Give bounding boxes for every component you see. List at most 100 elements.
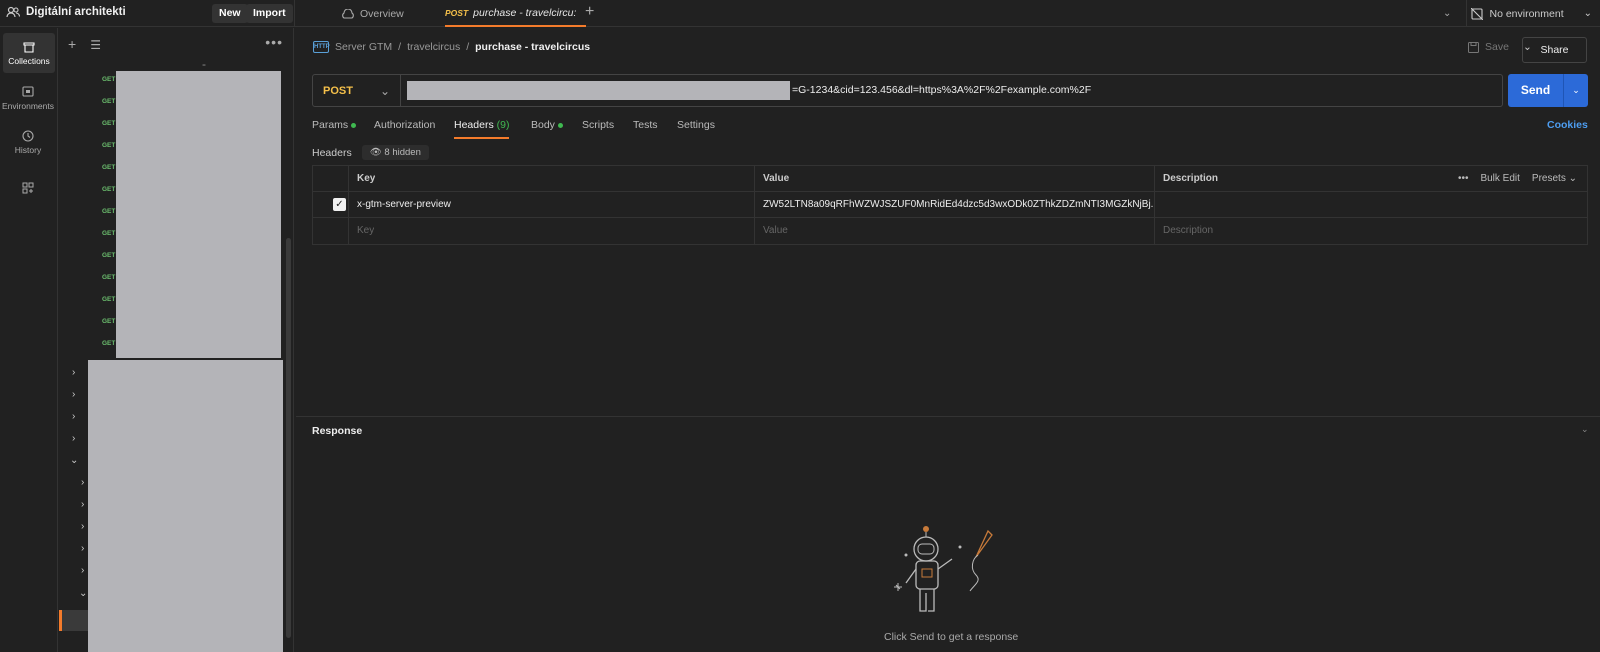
response-empty-message: Click Send to get a response bbox=[884, 631, 1019, 643]
chevron-right-icon[interactable]: › bbox=[81, 477, 84, 488]
chevron-down-icon[interactable]: ⌄ bbox=[1581, 424, 1589, 435]
method-badge-get[interactable]: GET bbox=[102, 76, 115, 83]
method-badge-get[interactable]: GET bbox=[102, 164, 115, 171]
rail-item-history[interactable]: History bbox=[0, 122, 56, 162]
table-tools: ••• Bulk Edit Presets ⌄ bbox=[1458, 166, 1577, 191]
headers-section-header: Headers 👁 8 hidden bbox=[312, 145, 429, 160]
rail-label: History bbox=[14, 144, 42, 155]
table-row: ✓ x-gtm-server-preview ZW52LTN8a09qRFhWZ… bbox=[313, 192, 1587, 218]
method-badge-get[interactable]: GET bbox=[102, 98, 115, 105]
more-icon[interactable]: ••• bbox=[265, 34, 283, 50]
selected-item[interactable] bbox=[62, 610, 88, 631]
save-icon bbox=[1468, 41, 1479, 53]
astronaut-illustration bbox=[894, 526, 993, 612]
method-badge-get[interactable]: GET bbox=[102, 120, 115, 127]
response-divider[interactable] bbox=[296, 416, 1600, 417]
eye-icon: 👁 bbox=[369, 147, 382, 158]
breadcrumb-folder[interactable]: travelcircus bbox=[407, 41, 460, 53]
key-input[interactable]: Key bbox=[349, 218, 374, 243]
environment-selector[interactable]: No environment ⌄ bbox=[1471, 0, 1592, 27]
collection-dash: - bbox=[202, 57, 206, 71]
hidden-count: 8 hidden bbox=[384, 147, 421, 158]
request-title[interactable]: purchase - travelcircus bbox=[475, 41, 590, 53]
filter-icon[interactable]: ☰ bbox=[90, 38, 101, 52]
chevron-right-icon[interactable]: › bbox=[72, 367, 75, 378]
tab-method: POST bbox=[445, 7, 469, 18]
chevron-down-icon[interactable]: ⌄ bbox=[1563, 74, 1588, 107]
save-label: Save bbox=[1485, 41, 1509, 53]
headers-title: Headers bbox=[312, 146, 352, 159]
tab-request[interactable]: POST purchase - travelcircu: bbox=[445, 0, 587, 27]
rail-item-collections[interactable]: Collections bbox=[3, 33, 55, 73]
sidebar-scrollbar[interactable] bbox=[286, 238, 291, 638]
tab-label: Params bbox=[312, 119, 349, 131]
method-badge-get[interactable]: GET bbox=[102, 340, 115, 347]
header-key[interactable]: x-gtm-server-preview bbox=[349, 192, 451, 217]
workspace-name: Digitální architekti bbox=[26, 6, 126, 18]
headers-count: (9) bbox=[496, 119, 510, 131]
send-button[interactable]: Send ⌄ bbox=[1508, 74, 1588, 107]
no-environment-icon bbox=[1471, 7, 1484, 20]
tab-settings[interactable]: Settings bbox=[677, 119, 715, 131]
team-icon bbox=[6, 6, 20, 18]
method-badge-get[interactable]: GET bbox=[102, 274, 115, 281]
tab-label: purchase - travelcircu: bbox=[473, 6, 577, 19]
chevron-right-icon[interactable]: › bbox=[72, 411, 75, 422]
method-badge-get[interactable]: GET bbox=[102, 230, 115, 237]
presets-label: Presets bbox=[1531, 173, 1566, 184]
method-badge-get[interactable]: GET bbox=[102, 318, 115, 325]
url-input[interactable]: =G-1234&cid=123.456&dl=https%3A%2F%2Fexa… bbox=[792, 84, 1091, 96]
tabs-dropdown-icon[interactable]: ⌄ bbox=[1443, 8, 1451, 19]
method-badge-get[interactable]: GET bbox=[102, 252, 115, 259]
tab-scripts[interactable]: Scripts bbox=[582, 119, 614, 131]
bulk-edit-button[interactable]: Bulk Edit bbox=[1480, 173, 1519, 184]
chevron-right-icon[interactable]: › bbox=[81, 499, 84, 510]
tab-tests[interactable]: Tests bbox=[633, 119, 658, 131]
rail-item-apps[interactable] bbox=[0, 168, 56, 208]
tab-label: Headers bbox=[454, 119, 494, 131]
chevron-down-icon[interactable]: ⌄ bbox=[79, 588, 87, 599]
header-value[interactable]: ZW52LTN8a09qRFhWZWJSZUF0MnRidEd4dzc5d3wx… bbox=[755, 192, 1153, 217]
method-badge-get[interactable]: GET bbox=[102, 208, 115, 215]
add-icon[interactable]: + bbox=[68, 36, 76, 52]
tab-headers[interactable]: Headers (9) bbox=[454, 119, 510, 139]
method-badge-get[interactable]: GET bbox=[102, 186, 115, 193]
chevron-right-icon[interactable]: › bbox=[81, 543, 84, 554]
chevron-right-icon[interactable]: › bbox=[81, 521, 84, 532]
new-button[interactable]: New bbox=[212, 4, 248, 23]
workspace-header[interactable]: Digitální architekti bbox=[6, 6, 126, 18]
cookies-link[interactable]: Cookies bbox=[1547, 119, 1588, 131]
add-apps-icon bbox=[22, 182, 34, 194]
chevron-right-icon[interactable]: › bbox=[72, 389, 75, 400]
overview-icon bbox=[342, 8, 354, 19]
header-enabled-checkbox[interactable]: ✓ bbox=[333, 198, 346, 211]
hidden-headers-toggle[interactable]: 👁 8 hidden bbox=[361, 145, 429, 160]
import-button[interactable]: Import bbox=[246, 4, 293, 23]
share-button[interactable]: Share bbox=[1522, 37, 1587, 63]
chevron-down-icon[interactable]: ⌄ bbox=[70, 455, 78, 466]
tab-body[interactable]: Body bbox=[531, 119, 563, 131]
method-badge-get[interactable]: GET bbox=[102, 296, 115, 303]
method-label: POST bbox=[323, 84, 353, 97]
presets-dropdown[interactable]: Presets ⌄ bbox=[1532, 173, 1577, 184]
top-bar: Digitální architekti New Import Overview… bbox=[0, 0, 1600, 27]
redacted-block bbox=[116, 71, 281, 358]
description-input[interactable]: Description bbox=[1155, 218, 1213, 243]
tab-authorization[interactable]: Authorization bbox=[374, 119, 435, 131]
chevron-right-icon[interactable]: › bbox=[72, 433, 75, 444]
value-input[interactable]: Value bbox=[755, 218, 788, 243]
tab-overview[interactable]: Overview bbox=[341, 0, 404, 27]
tab-params[interactable]: Params bbox=[312, 119, 357, 131]
chevron-right-icon[interactable]: › bbox=[81, 565, 84, 576]
method-select[interactable]: POST ⌄ bbox=[313, 75, 401, 106]
method-badge-get[interactable]: GET bbox=[102, 142, 115, 149]
more-icon[interactable]: ••• bbox=[1458, 173, 1469, 184]
new-tab-button[interactable]: + bbox=[585, 3, 594, 21]
column-key: Key bbox=[357, 173, 376, 184]
sidebar-toolbar: + ☰ bbox=[68, 36, 101, 52]
headers-table: Key Value Description ••• Bulk Edit Pres… bbox=[312, 165, 1588, 245]
breadcrumb-parent[interactable]: Server GTM bbox=[335, 41, 392, 53]
status-dot bbox=[351, 122, 357, 128]
rail-item-environments[interactable]: Environments bbox=[0, 78, 56, 118]
environments-icon bbox=[22, 85, 34, 97]
